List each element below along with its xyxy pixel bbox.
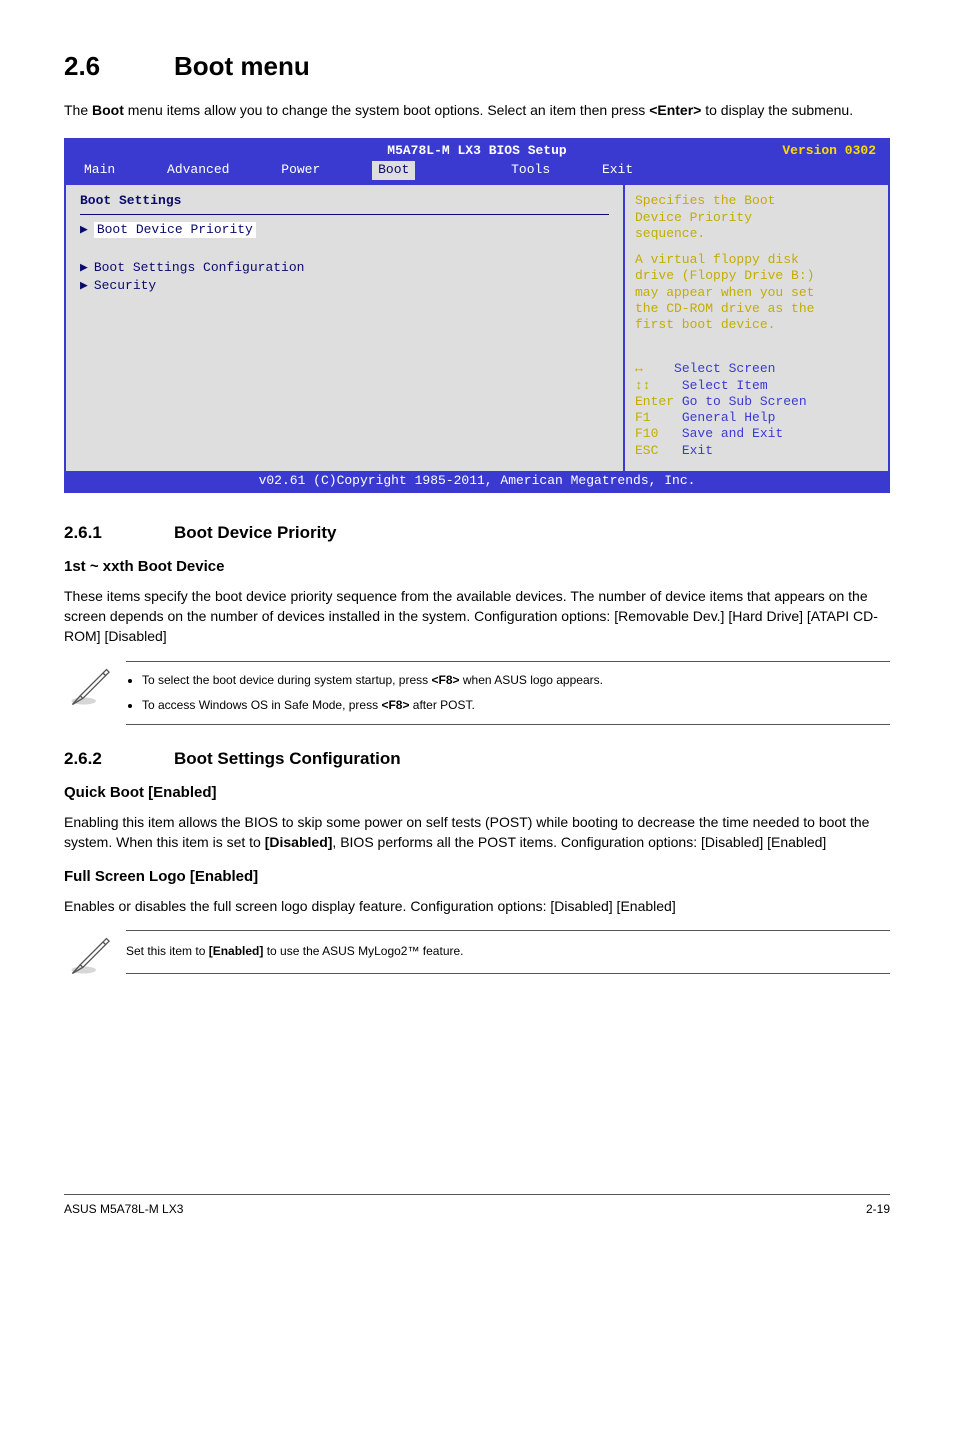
bios-tabs: Main Advanced Power Boot Tools Exit bbox=[66, 159, 888, 183]
page-footer: ASUS M5A78L-M LX3 2-19 bbox=[64, 1194, 890, 1218]
bios-version: Version 0302 bbox=[782, 143, 876, 159]
boot-device-heading: 1st ~ xxth Boot Device bbox=[64, 556, 890, 578]
quick-boot-heading: Quick Boot [Enabled] bbox=[64, 782, 890, 804]
quick-boot-paragraph: Enabling this item allows the BIOS to sk… bbox=[64, 812, 890, 853]
bios-title: M5A78L-M LX3 BIOS Setup bbox=[66, 143, 888, 159]
help-line: Device Priority bbox=[635, 210, 878, 226]
tab-main: Main bbox=[84, 162, 115, 177]
subsection-heading: 2.6.1Boot Device Priority bbox=[64, 521, 890, 546]
help-line: Specifies the Boot bbox=[635, 193, 878, 209]
footer-model: ASUS M5A78L-M LX3 bbox=[64, 1201, 183, 1218]
pencil-icon bbox=[68, 935, 110, 977]
key-hint: ↕↕ Select Item bbox=[635, 378, 878, 394]
bios-footer: v02.61 (C)Copyright 1985-2011, American … bbox=[66, 471, 888, 491]
boot-device-priority-label: Boot Device Priority bbox=[94, 222, 256, 238]
note-item: To select the boot device during system … bbox=[142, 672, 882, 689]
help-line: may appear when you set bbox=[635, 285, 878, 301]
submenu-arrow-icon: ▶ bbox=[80, 278, 88, 293]
boot-device-paragraph: These items specify the boot device prio… bbox=[64, 586, 890, 647]
tab-tools: Tools bbox=[511, 162, 550, 177]
bios-screenshot: M5A78L-M LX3 BIOS Setup Version 0302 Mai… bbox=[64, 138, 890, 493]
boot-settings-config-row: ▶ Boot Settings Configuration bbox=[80, 259, 609, 277]
boot-settings-title: Boot Settings bbox=[80, 193, 609, 209]
note-box: To select the boot device during system … bbox=[126, 661, 890, 726]
bios-header: M5A78L-M LX3 BIOS Setup Version 0302 Mai… bbox=[66, 140, 888, 186]
tab-boot: Boot bbox=[372, 161, 415, 180]
note-text: Set this item to [Enabled] to use the AS… bbox=[126, 941, 882, 962]
tab-advanced: Advanced bbox=[167, 162, 229, 177]
help-line: sequence. bbox=[635, 226, 878, 242]
submenu-arrow-icon: ▶ bbox=[80, 260, 88, 275]
full-screen-logo-paragraph: Enables or disables the full screen logo… bbox=[64, 896, 890, 916]
key-hint: F1 General Help bbox=[635, 410, 878, 426]
key-hint: ESC Exit bbox=[635, 443, 878, 459]
subsection-heading: 2.6.2Boot Settings Configuration bbox=[64, 747, 890, 772]
note-item: To access Windows OS in Safe Mode, press… bbox=[142, 697, 882, 714]
note-box: Set this item to [Enabled] to use the AS… bbox=[126, 930, 890, 973]
help-line: A virtual floppy disk bbox=[635, 252, 878, 268]
key-hint: F10 Save and Exit bbox=[635, 426, 878, 442]
section-intro: The Boot menu items allow you to change … bbox=[64, 100, 890, 120]
pencil-icon bbox=[68, 666, 110, 708]
section-heading: 2.6Boot menu bbox=[64, 48, 890, 86]
tab-power: Power bbox=[281, 162, 320, 177]
help-line: drive (Floppy Drive B:) bbox=[635, 268, 878, 284]
help-line: the CD-ROM drive as the bbox=[635, 301, 878, 317]
bios-left-pane: Boot Settings ▶ Boot Device Priority ▶ Boo… bbox=[66, 185, 623, 471]
boot-settings-config-label: Boot Settings Configuration bbox=[94, 260, 305, 275]
help-line: first boot device. bbox=[635, 317, 878, 333]
security-row: ▶ Security bbox=[80, 277, 609, 295]
boot-device-priority-row: ▶ Boot Device Priority bbox=[80, 221, 609, 239]
footer-page-number: 2-19 bbox=[866, 1201, 890, 1218]
bios-help-pane: Specifies the Boot Device Priority seque… bbox=[623, 185, 888, 471]
submenu-arrow-icon: ▶ bbox=[80, 222, 88, 237]
key-hint: ↔ Select Screen bbox=[635, 361, 878, 377]
security-label: Security bbox=[94, 278, 156, 293]
key-hint: Enter Go to Sub Screen bbox=[635, 394, 878, 410]
tab-exit: Exit bbox=[602, 162, 633, 177]
full-screen-logo-heading: Full Screen Logo [Enabled] bbox=[64, 866, 890, 888]
